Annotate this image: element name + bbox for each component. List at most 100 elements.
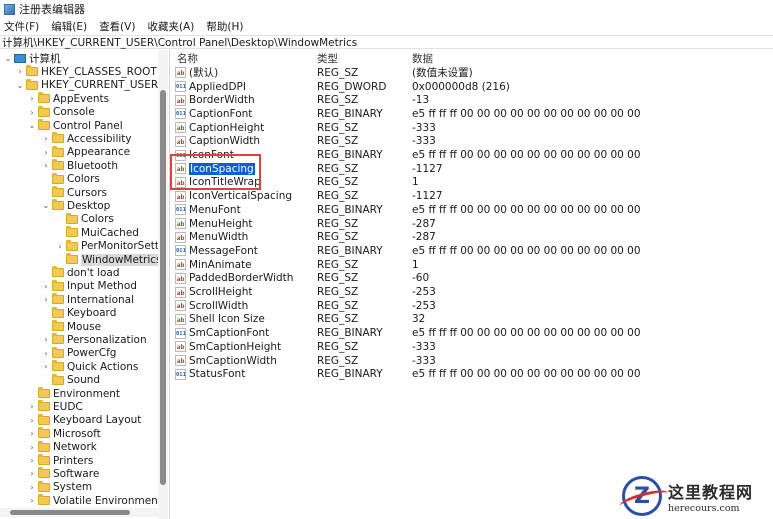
chevron-right-icon[interactable]: › [42, 348, 50, 358]
tree-node[interactable]: › Personalization [42, 333, 147, 346]
tree-node[interactable]: MuiCached [56, 226, 139, 239]
value-row[interactable]: 011 SmCaptionFont REG_BINARY e5 ff ff ff 00… [172, 326, 773, 340]
chevron-right-icon[interactable]: › [28, 107, 36, 117]
column-header-type[interactable]: 类型 [317, 51, 338, 66]
registry-tree[interactable]: ⌄ 计算机 › HKEY_CLASSES_ROOT ⌄ HKEY_CURRENT_USER… [0, 50, 168, 519]
chevron-down-icon[interactable]: ⌄ [4, 54, 12, 64]
tree-node[interactable]: › Accessibility [42, 132, 132, 145]
column-header-data[interactable]: 数据 [412, 51, 433, 66]
menu-item[interactable]: 文件(F) [4, 19, 39, 34]
tree-node[interactable]: › HKEY_CLASSES_ROOT [16, 65, 157, 78]
chevron-right-icon[interactable]: › [28, 482, 36, 492]
value-row[interactable]: ab MenuHeight REG_SZ -287 [172, 217, 773, 231]
value-row[interactable]: 011 MenuFont REG_BINARY e5 ff ff ff 00 00 0… [172, 203, 773, 217]
tree-node[interactable]: Colors [42, 172, 100, 186]
tree-node[interactable]: › Printers [28, 454, 93, 467]
menu-item[interactable]: 收藏夹(A) [147, 19, 194, 34]
chevron-right-icon[interactable]: › [28, 402, 36, 412]
chevron-right-icon[interactable]: › [42, 362, 50, 372]
menu-item[interactable]: 编辑(E) [51, 19, 87, 34]
value-data: -253 [412, 286, 436, 299]
tree-node[interactable]: › AppEvents [28, 92, 109, 105]
tree-node[interactable]: › Keyboard Layout [28, 413, 141, 427]
chevron-down-icon[interactable]: ⌄ [16, 80, 24, 90]
chevron-down-icon[interactable]: ⌄ [28, 121, 36, 131]
value-row[interactable]: ab (默认) REG_SZ (数值未设置) [172, 66, 773, 80]
tree-node[interactable]: Sound [42, 373, 100, 387]
chevron-right-icon[interactable]: › [42, 335, 50, 345]
tree-node[interactable]: › Console [28, 105, 95, 119]
chevron-right-icon[interactable]: › [42, 134, 50, 144]
value-row[interactable]: ab IconTitleWrap REG_SZ 1 [172, 176, 773, 190]
tree-node[interactable]: › Network [28, 440, 97, 454]
tree-node[interactable]: › PowerCfg [42, 346, 116, 360]
tree-node[interactable]: › System [28, 480, 92, 494]
value-row[interactable]: ab IconSpacing REG_SZ -1127 [172, 162, 773, 176]
value-row[interactable]: ab BorderWidth REG_SZ -13 [172, 93, 773, 107]
value-row[interactable]: ab CaptionWidth REG_SZ -333 [172, 135, 773, 149]
chevron-right-icon[interactable]: › [28, 94, 36, 104]
value-row[interactable]: ab ScrollWidth REG_SZ -253 [172, 299, 773, 313]
tree-node[interactable]: › PerMonitorSettin [56, 239, 168, 253]
address-bar[interactable]: 计算机\HKEY_CURRENT_USER\Control Panel\Desk… [0, 35, 773, 49]
value-row[interactable]: ab ScrollHeight REG_SZ -253 [172, 285, 773, 299]
chevron-right-icon[interactable]: › [28, 442, 36, 452]
chevron-right-icon[interactable]: › [28, 469, 36, 479]
chevron-right-icon[interactable]: › [42, 161, 50, 171]
tree-node[interactable]: ⌄ HKEY_CURRENT_USER [16, 78, 158, 92]
value-row[interactable]: 011 CaptionFont REG_BINARY e5 ff ff ff 00 0… [172, 107, 773, 121]
menu-item[interactable]: 帮助(H) [206, 19, 243, 34]
tree-node[interactable]: Environment [28, 387, 120, 400]
tree-node[interactable]: Cursors [42, 186, 107, 199]
tree-node[interactable]: Keyboard [42, 306, 116, 320]
chevron-right-icon[interactable]: › [28, 456, 36, 466]
folder-icon [38, 427, 50, 439]
value-row[interactable]: ab CaptionHeight REG_SZ -333 [172, 121, 773, 135]
chevron-right-icon[interactable]: › [28, 415, 36, 425]
value-row[interactable]: 011 IconFont REG_BINARY e5 ff ff ff 00 00 0… [172, 148, 773, 162]
chevron-down-icon[interactable]: ⌄ [42, 201, 50, 211]
tree-hscroll-thumb[interactable] [10, 510, 130, 515]
menu-item[interactable]: 查看(V) [99, 19, 135, 34]
tree-vertical-scrollbar[interactable] [158, 50, 168, 519]
pane-splitter[interactable] [169, 50, 170, 519]
value-row[interactable]: ab MenuWidth REG_SZ -287 [172, 230, 773, 244]
column-header-name[interactable]: 名称 [177, 51, 198, 66]
chevron-right-icon[interactable]: › [42, 295, 50, 305]
chevron-right-icon[interactable]: › [56, 241, 64, 251]
tree-node[interactable]: WindowMetrics [56, 253, 163, 266]
tree-node[interactable]: Colors [56, 212, 114, 226]
tree-node[interactable]: › Appearance [42, 145, 130, 159]
tree-node[interactable]: don't load [42, 266, 120, 279]
value-row[interactable]: 011 StatusFont REG_BINARY e5 ff ff ff 00 00… [172, 367, 773, 381]
chevron-right-icon[interactable]: › [28, 496, 36, 506]
tree-node[interactable]: ⌄ Control Panel [28, 119, 123, 132]
tree-horizontal-scrollbar[interactable] [0, 508, 158, 517]
chevron-right-icon[interactable]: › [16, 67, 24, 77]
tree-node[interactable]: › Microsoft [28, 427, 101, 440]
tree-node[interactable]: ⌄ Desktop [42, 199, 110, 212]
value-row[interactable]: ab PaddedBorderWidth REG_SZ -60 [172, 272, 773, 286]
tree-node[interactable]: › Input Method [42, 279, 137, 293]
tree-node[interactable]: Mouse [42, 320, 101, 333]
value-row[interactable]: ab IconVerticalSpacing REG_SZ -1127 [172, 189, 773, 203]
tree-node[interactable]: › EUDC [28, 400, 83, 413]
chevron-right-icon[interactable]: › [42, 147, 50, 157]
value-row[interactable]: ab SmCaptionWidth REG_SZ -333 [172, 354, 773, 368]
value-row[interactable]: 011 AppliedDPI REG_DWORD 0x000000d8 (216) [172, 80, 773, 94]
chevron-right-icon[interactable]: › [42, 281, 50, 291]
value-row[interactable]: 011 MessageFont REG_BINARY e5 ff ff ff 00 0… [172, 244, 773, 258]
address-path[interactable]: 计算机\HKEY_CURRENT_USER\Control Panel\Desk… [2, 35, 357, 50]
tree-node[interactable]: ⌄ 计算机 [4, 52, 61, 65]
value-row[interactable]: ab MinAnimate REG_SZ 1 [172, 258, 773, 272]
tree-node[interactable]: › Volatile Environment [28, 494, 162, 507]
value-row[interactable]: ab Shell Icon Size REG_SZ 32 [172, 313, 773, 327]
values-list[interactable]: 名称 类型 数据 ab (默认) REG_SZ (数值未设置) 011 AppliedDP… [172, 50, 773, 519]
tree-node[interactable]: › Quick Actions [42, 360, 138, 373]
chevron-right-icon[interactable]: › [28, 429, 36, 439]
tree-node[interactable]: › International [42, 293, 134, 306]
tree-scroll-thumb[interactable] [160, 90, 166, 485]
tree-node[interactable]: › Software [28, 467, 99, 480]
value-row[interactable]: ab SmCaptionHeight REG_SZ -333 [172, 340, 773, 354]
tree-node[interactable]: › Bluetooth [42, 159, 118, 172]
